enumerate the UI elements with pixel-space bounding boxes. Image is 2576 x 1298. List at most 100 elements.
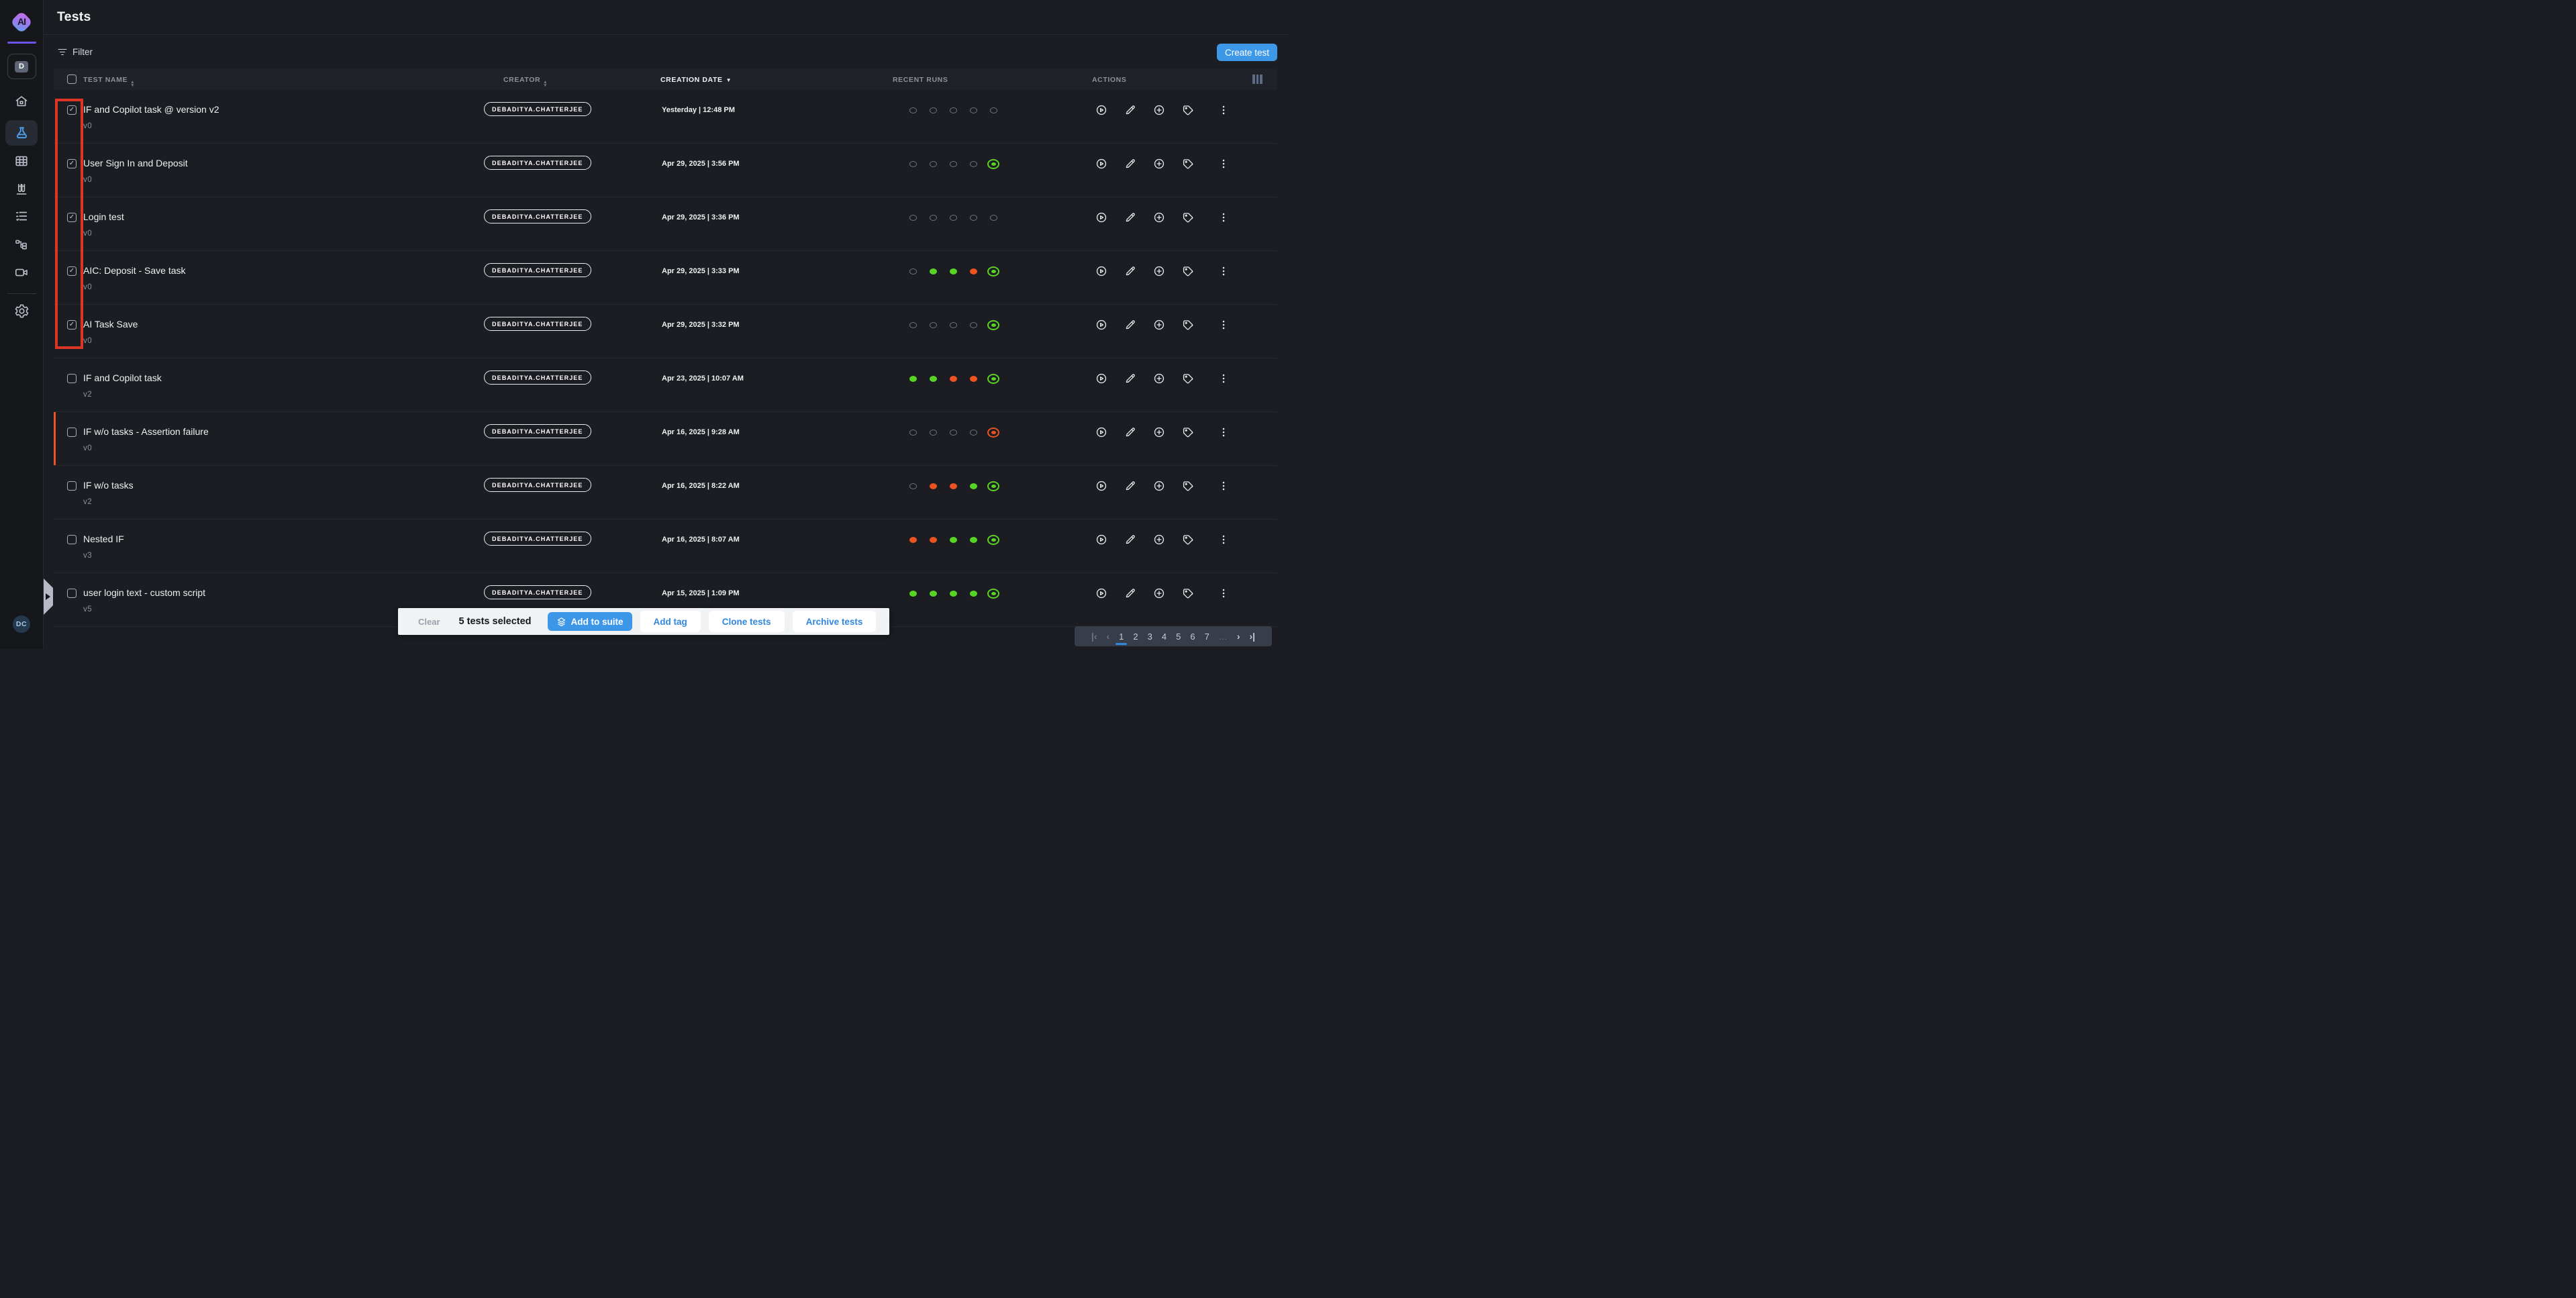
add-to-suite-button[interactable]: Add to suite — [548, 612, 632, 631]
edit-test-button[interactable] — [1124, 587, 1136, 599]
column-header-creator[interactable]: CREATOR▲▼ — [503, 76, 548, 87]
row-checkbox[interactable] — [67, 535, 77, 544]
sidebar-item-results-table[interactable] — [14, 154, 29, 168]
more-options-button[interactable] — [1218, 372, 1230, 385]
add-to-suite-row-button[interactable] — [1153, 587, 1165, 599]
edit-test-button[interactable] — [1124, 319, 1136, 331]
test-name[interactable]: AIC: Deposit - Save task — [83, 265, 186, 276]
test-name[interactable]: Nested IF — [83, 534, 124, 544]
workspace-switcher[interactable]: D — [7, 54, 36, 79]
tag-test-button[interactable] — [1182, 104, 1194, 116]
more-options-button[interactable] — [1218, 534, 1230, 546]
test-name[interactable]: user login text - custom script — [83, 587, 205, 598]
user-avatar[interactable]: DC — [13, 615, 30, 633]
add-to-suite-row-button[interactable] — [1153, 426, 1165, 438]
add-to-suite-row-button[interactable] — [1153, 158, 1165, 170]
previous-page-button[interactable]: ‹ — [1102, 626, 1115, 646]
tag-test-button[interactable] — [1182, 534, 1194, 546]
app-logo-icon[interactable]: AI — [11, 13, 32, 32]
run-test-button[interactable] — [1095, 534, 1107, 546]
run-test-button[interactable] — [1095, 480, 1107, 492]
tag-test-button[interactable] — [1182, 211, 1194, 223]
row-checkbox[interactable] — [67, 481, 77, 491]
sidebar-item-tests[interactable] — [5, 120, 38, 146]
add-to-suite-row-button[interactable] — [1153, 104, 1165, 116]
sidebar-item-home[interactable] — [14, 94, 29, 109]
add-to-suite-row-button[interactable] — [1153, 265, 1165, 277]
edit-test-button[interactable] — [1124, 265, 1136, 277]
edit-test-button[interactable] — [1124, 104, 1136, 116]
run-test-button[interactable] — [1095, 426, 1107, 438]
filter-button[interactable]: Filter — [58, 47, 93, 57]
add-to-suite-row-button[interactable] — [1153, 480, 1165, 492]
more-options-button[interactable] — [1218, 426, 1230, 438]
add-to-suite-row-button[interactable] — [1153, 211, 1165, 223]
test-name[interactable]: IF w/o tasks - Assertion failure — [83, 426, 209, 437]
more-options-button[interactable] — [1218, 211, 1230, 223]
more-options-button[interactable] — [1218, 587, 1230, 599]
row-checkbox[interactable]: ✓ — [67, 213, 77, 222]
tag-test-button[interactable] — [1182, 265, 1194, 277]
page-button-5[interactable]: 5 — [1171, 626, 1185, 646]
tag-test-button[interactable] — [1182, 158, 1194, 170]
run-test-button[interactable] — [1095, 319, 1107, 331]
edit-test-button[interactable] — [1124, 372, 1136, 385]
run-test-button[interactable] — [1095, 372, 1107, 385]
sidebar-item-flows[interactable] — [14, 238, 29, 252]
row-checkbox[interactable] — [67, 589, 77, 598]
more-options-button[interactable] — [1218, 480, 1230, 492]
page-button-7[interactable]: 7 — [1200, 626, 1214, 646]
next-page-button[interactable]: › — [1232, 626, 1245, 646]
tag-test-button[interactable] — [1182, 480, 1194, 492]
more-options-button[interactable] — [1218, 265, 1230, 277]
edit-test-button[interactable] — [1124, 480, 1136, 492]
column-settings-icon[interactable] — [1252, 74, 1262, 84]
run-test-button[interactable] — [1095, 158, 1107, 170]
tag-test-button[interactable] — [1182, 372, 1194, 385]
run-test-button[interactable] — [1095, 265, 1107, 277]
row-checkbox[interactable]: ✓ — [67, 159, 77, 168]
more-options-button[interactable] — [1218, 158, 1230, 170]
tag-test-button[interactable] — [1182, 426, 1194, 438]
more-options-button[interactable] — [1218, 104, 1230, 116]
column-header-creation-date[interactable]: CREATION DATE▼ — [660, 76, 732, 84]
last-page-button[interactable]: ›| — [1244, 626, 1260, 646]
first-page-button[interactable]: |‹ — [1087, 626, 1102, 646]
test-name[interactable]: IF and Copilot task — [83, 372, 162, 383]
tag-test-button[interactable] — [1182, 587, 1194, 599]
select-all-checkbox[interactable] — [67, 74, 77, 84]
page-button-3[interactable]: 3 — [1143, 626, 1157, 646]
sidebar-item-recordings[interactable] — [14, 265, 29, 280]
tag-test-button[interactable] — [1182, 319, 1194, 331]
row-checkbox[interactable]: ✓ — [67, 266, 77, 276]
run-test-button[interactable] — [1095, 211, 1107, 223]
row-checkbox[interactable]: ✓ — [67, 105, 77, 115]
page-button-4[interactable]: 4 — [1157, 626, 1171, 646]
page-button-1[interactable]: 1 — [1114, 626, 1128, 646]
row-checkbox[interactable]: ✓ — [67, 320, 77, 330]
edit-test-button[interactable] — [1124, 158, 1136, 170]
page-button-6[interactable]: 6 — [1185, 626, 1199, 646]
run-test-button[interactable] — [1095, 104, 1107, 116]
test-name[interactable]: AI Task Save — [83, 319, 138, 330]
column-header-test-name[interactable]: TEST NAME▲▼ — [83, 76, 135, 87]
test-name[interactable]: IF and Copilot task @ version v2 — [83, 104, 219, 115]
add-tag-button[interactable]: Add tag — [640, 611, 701, 632]
add-to-suite-row-button[interactable] — [1153, 319, 1165, 331]
create-test-button[interactable]: Create test — [1217, 44, 1277, 61]
edit-test-button[interactable] — [1124, 211, 1136, 223]
edit-test-button[interactable] — [1124, 426, 1136, 438]
clear-selection-button[interactable]: Clear — [418, 617, 440, 627]
sidebar-item-settings[interactable] — [14, 303, 30, 319]
archive-tests-button[interactable]: Archive tests — [793, 611, 877, 632]
sidebar-item-test-tubes[interactable] — [14, 181, 29, 197]
test-name[interactable]: User Sign In and Deposit — [83, 158, 188, 168]
add-to-suite-row-button[interactable] — [1153, 372, 1165, 385]
more-options-button[interactable] — [1218, 319, 1230, 331]
clone-tests-button[interactable]: Clone tests — [709, 611, 785, 632]
page-ellipsis[interactable]: … — [1214, 626, 1232, 646]
test-name[interactable]: Login test — [83, 211, 124, 222]
run-test-button[interactable] — [1095, 587, 1107, 599]
row-checkbox[interactable] — [67, 428, 77, 437]
add-to-suite-row-button[interactable] — [1153, 534, 1165, 546]
